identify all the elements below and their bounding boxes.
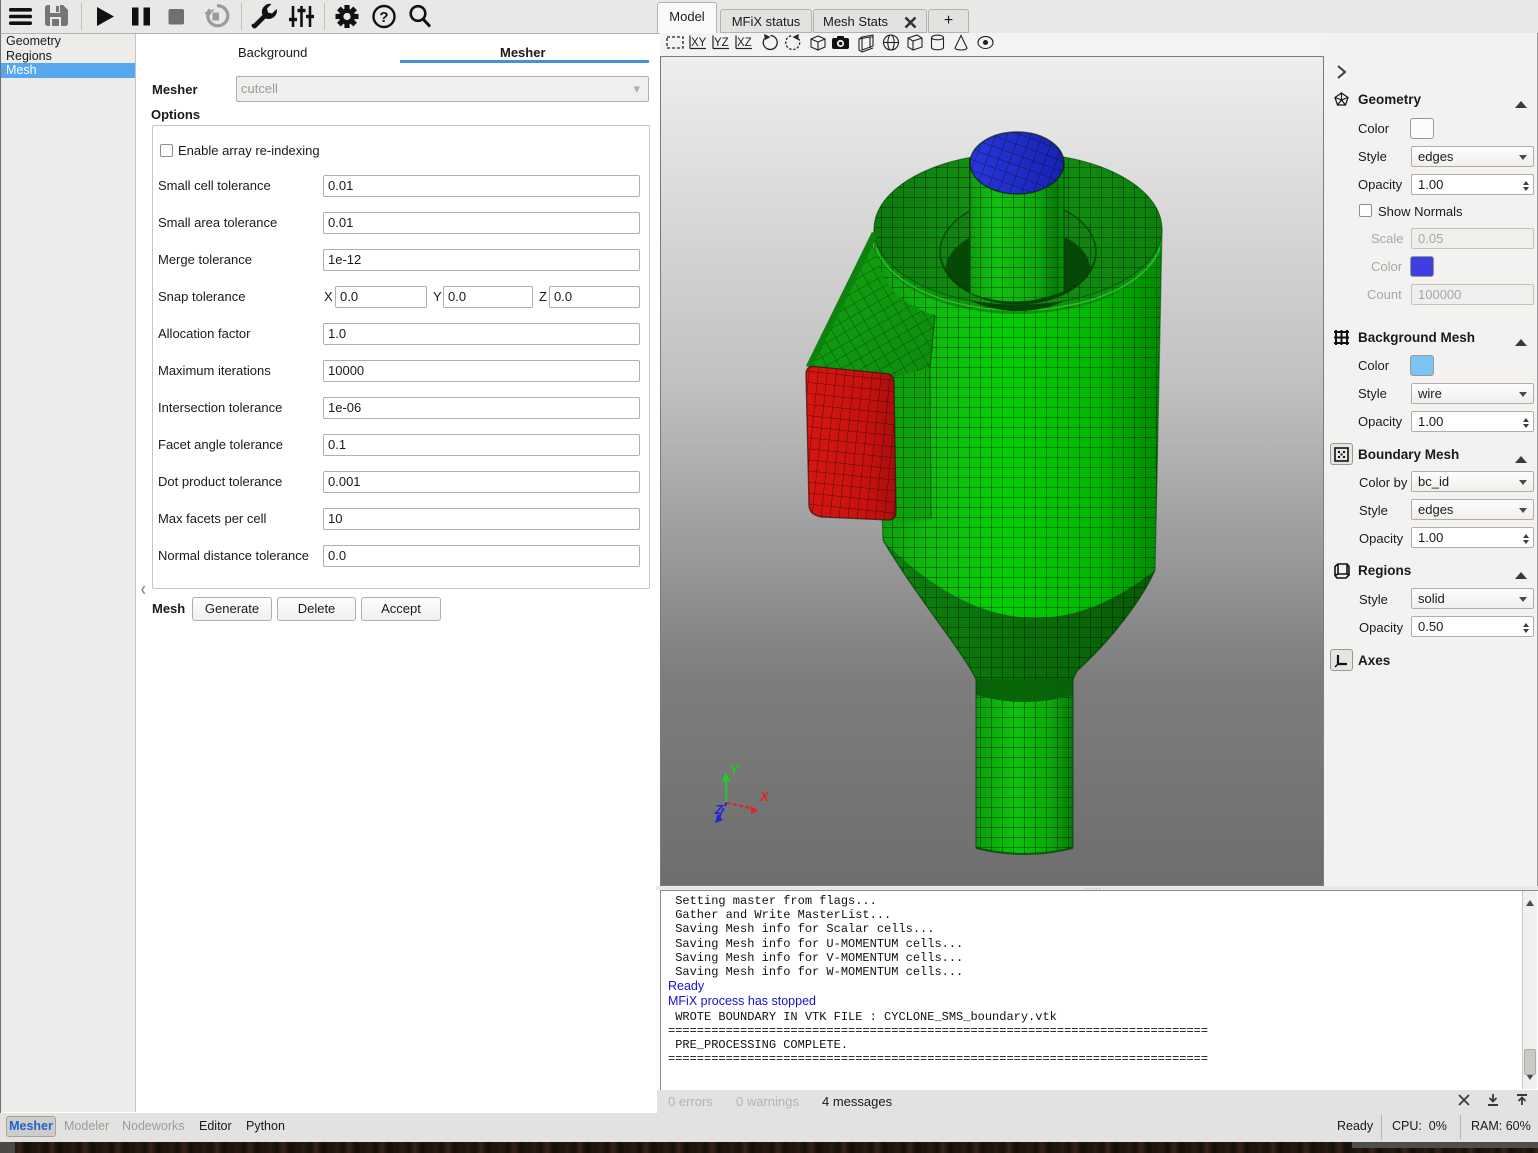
svg-text:Y: Y [730,762,740,777]
svg-text:YZ: YZ [714,37,729,49]
svg-text:?: ? [379,9,388,26]
svg-text:XY: XY [691,37,707,49]
svg-text:XZ: XZ [737,37,752,49]
svg-text:Z: Z [714,802,724,817]
svg-text:X: X [759,789,770,804]
